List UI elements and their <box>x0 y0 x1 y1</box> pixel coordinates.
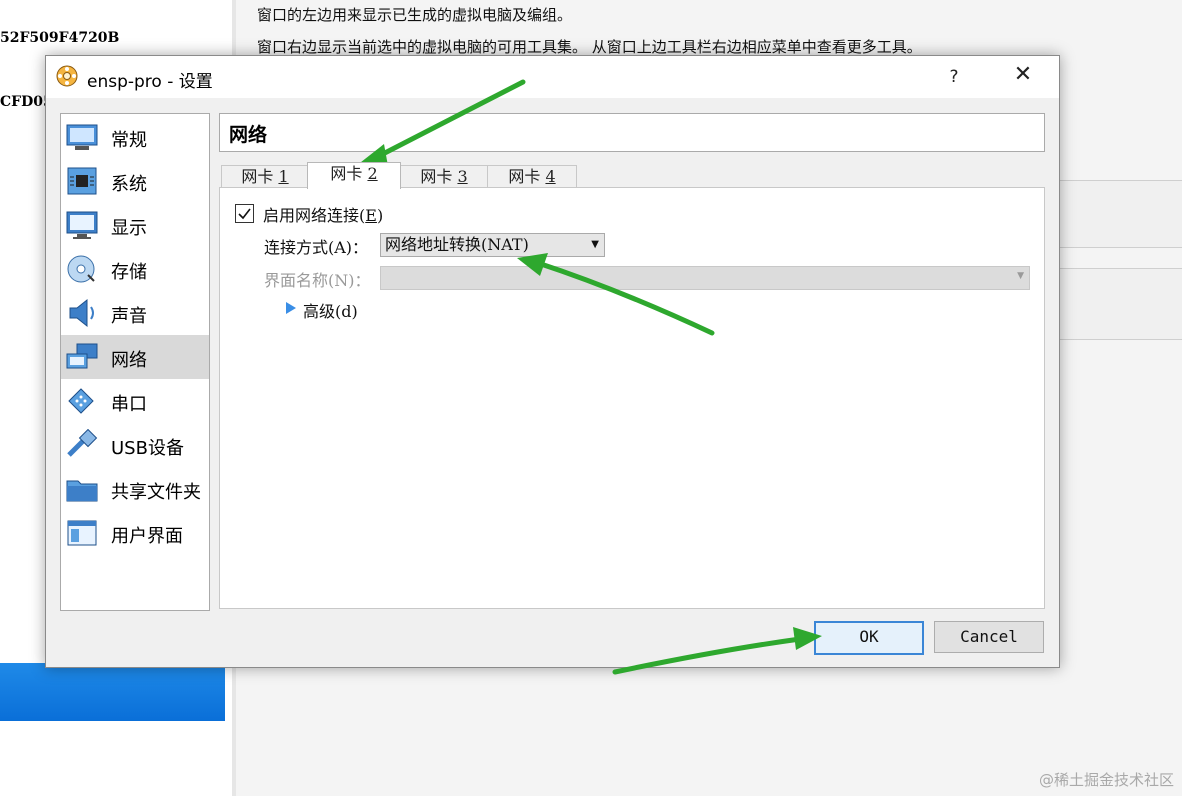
category-label: 系统 <box>111 174 147 195</box>
tab-adapter-2[interactable]: 网卡 2 <box>307 162 401 189</box>
title-bar[interactable]: ensp-pro - 设置 ? ✕ <box>46 56 1059 98</box>
category-label: 串口 <box>111 394 147 415</box>
category-network[interactable]: 网络 <box>61 335 209 379</box>
category-label: 网络 <box>111 350 147 371</box>
tab-shortcut: 2 <box>367 164 378 183</box>
welcome-text: 窗口右边显示当前选中的虚拟电脑的可用工具集。 从窗口上边工具栏右边相应菜单中查看… <box>257 38 922 56</box>
welcome-text: 窗口的左边用来显示已生成的虚拟电脑及编组。 <box>257 6 573 24</box>
background-panel <box>1058 180 1182 248</box>
cancel-button[interactable]: Cancel <box>934 621 1044 653</box>
general-icon <box>66 124 98 150</box>
category-serial-ports[interactable]: 串口 <box>61 379 209 423</box>
settings-category-list: 常规 系统 显示 存储 声音 网络 串口 USB设备 共享文件夹 用户界面 <box>60 113 210 611</box>
attached-to-select[interactable]: 网络地址转换(NAT) ▼ <box>380 233 605 257</box>
adapter-settings-panel: 启用网络连接(E) 连接方式(A)： 网络地址转换(NAT) ▼ 界面名称(N)… <box>219 187 1045 609</box>
selected-vm-item[interactable] <box>0 663 225 721</box>
category-usb[interactable]: USB设备 <box>61 423 209 467</box>
vm-id-text: 52F509F4720B <box>0 30 120 46</box>
usb-icon <box>67 429 98 457</box>
tab-shortcut: 3 <box>457 167 468 186</box>
enable-adapter-checkbox[interactable] <box>235 204 254 223</box>
help-button[interactable]: ? <box>934 62 974 92</box>
category-display[interactable]: 显示 <box>61 203 209 247</box>
section-header: 网络 <box>219 113 1045 152</box>
label-text: 启用网络连接( <box>263 206 366 225</box>
tab-label: 网卡 <box>508 167 546 186</box>
enable-adapter-label[interactable]: 启用网络连接(E) <box>263 202 383 226</box>
category-label: 用户界面 <box>111 526 183 547</box>
system-icon <box>67 167 97 195</box>
virtualbox-app-icon <box>56 65 78 87</box>
attached-to-value: 网络地址转换(NAT) <box>385 235 529 254</box>
category-label: 声音 <box>111 306 147 327</box>
dropdown-arrow-icon: ▼ <box>1017 271 1024 281</box>
ok-button[interactable]: OK <box>814 621 924 655</box>
audio-icon <box>69 298 94 328</box>
display-icon <box>66 211 98 239</box>
category-label: 显示 <box>111 218 147 239</box>
label-text: ) <box>376 206 384 225</box>
tab-label: 网卡 <box>420 167 458 186</box>
tab-adapter-4[interactable]: 网卡 4 <box>487 165 577 188</box>
category-label: 常规 <box>111 130 147 151</box>
checkmark-icon <box>238 208 251 220</box>
attached-to-label: 连接方式(A)： <box>264 238 369 257</box>
dialog-title: ensp-pro - 设置 <box>87 72 213 92</box>
user-interface-icon <box>67 520 97 546</box>
tab-shortcut: 1 <box>278 167 289 186</box>
section-title: 网络 <box>229 124 268 146</box>
category-storage[interactable]: 存储 <box>61 247 209 291</box>
category-user-interface[interactable]: 用户界面 <box>61 511 209 555</box>
settings-dialog: ensp-pro - 设置 ? ✕ 常规 系统 显示 存储 声音 网络 串口 U… <box>45 55 1060 668</box>
watermark: @稀土掘金技术社区 <box>1038 771 1174 789</box>
tab-adapter-1[interactable]: 网卡 1 <box>221 165 309 188</box>
label-shortcut: E <box>365 206 377 225</box>
tab-shortcut: 4 <box>545 167 556 186</box>
category-general[interactable]: 常规 <box>61 115 209 159</box>
storage-icon <box>67 255 95 283</box>
shared-folder-icon <box>66 480 98 502</box>
category-label: 存储 <box>111 262 147 283</box>
category-audio[interactable]: 声音 <box>61 291 209 335</box>
expand-triangle-icon <box>286 302 296 314</box>
interface-name-label: 界面名称(N)： <box>264 271 371 290</box>
dropdown-arrow-icon: ▼ <box>591 239 599 250</box>
adapter-tabs: 网卡 1 网卡 2 网卡 3 网卡 4 <box>219 162 1045 189</box>
category-label: 共享文件夹 <box>111 482 201 503</box>
advanced-label: 高级(d) <box>303 302 358 321</box>
interface-name-select: ▼ <box>380 266 1030 290</box>
background-panel <box>1058 268 1182 340</box>
category-system[interactable]: 系统 <box>61 159 209 203</box>
category-shared-folders[interactable]: 共享文件夹 <box>61 467 209 511</box>
tab-label: 网卡 <box>330 164 368 183</box>
serial-port-icon <box>68 388 94 414</box>
tab-adapter-3[interactable]: 网卡 3 <box>400 165 488 188</box>
close-button[interactable]: ✕ <box>1001 62 1045 92</box>
tab-label: 网卡 <box>241 167 279 186</box>
category-label: USB设备 <box>111 438 184 459</box>
network-icon <box>66 343 98 369</box>
